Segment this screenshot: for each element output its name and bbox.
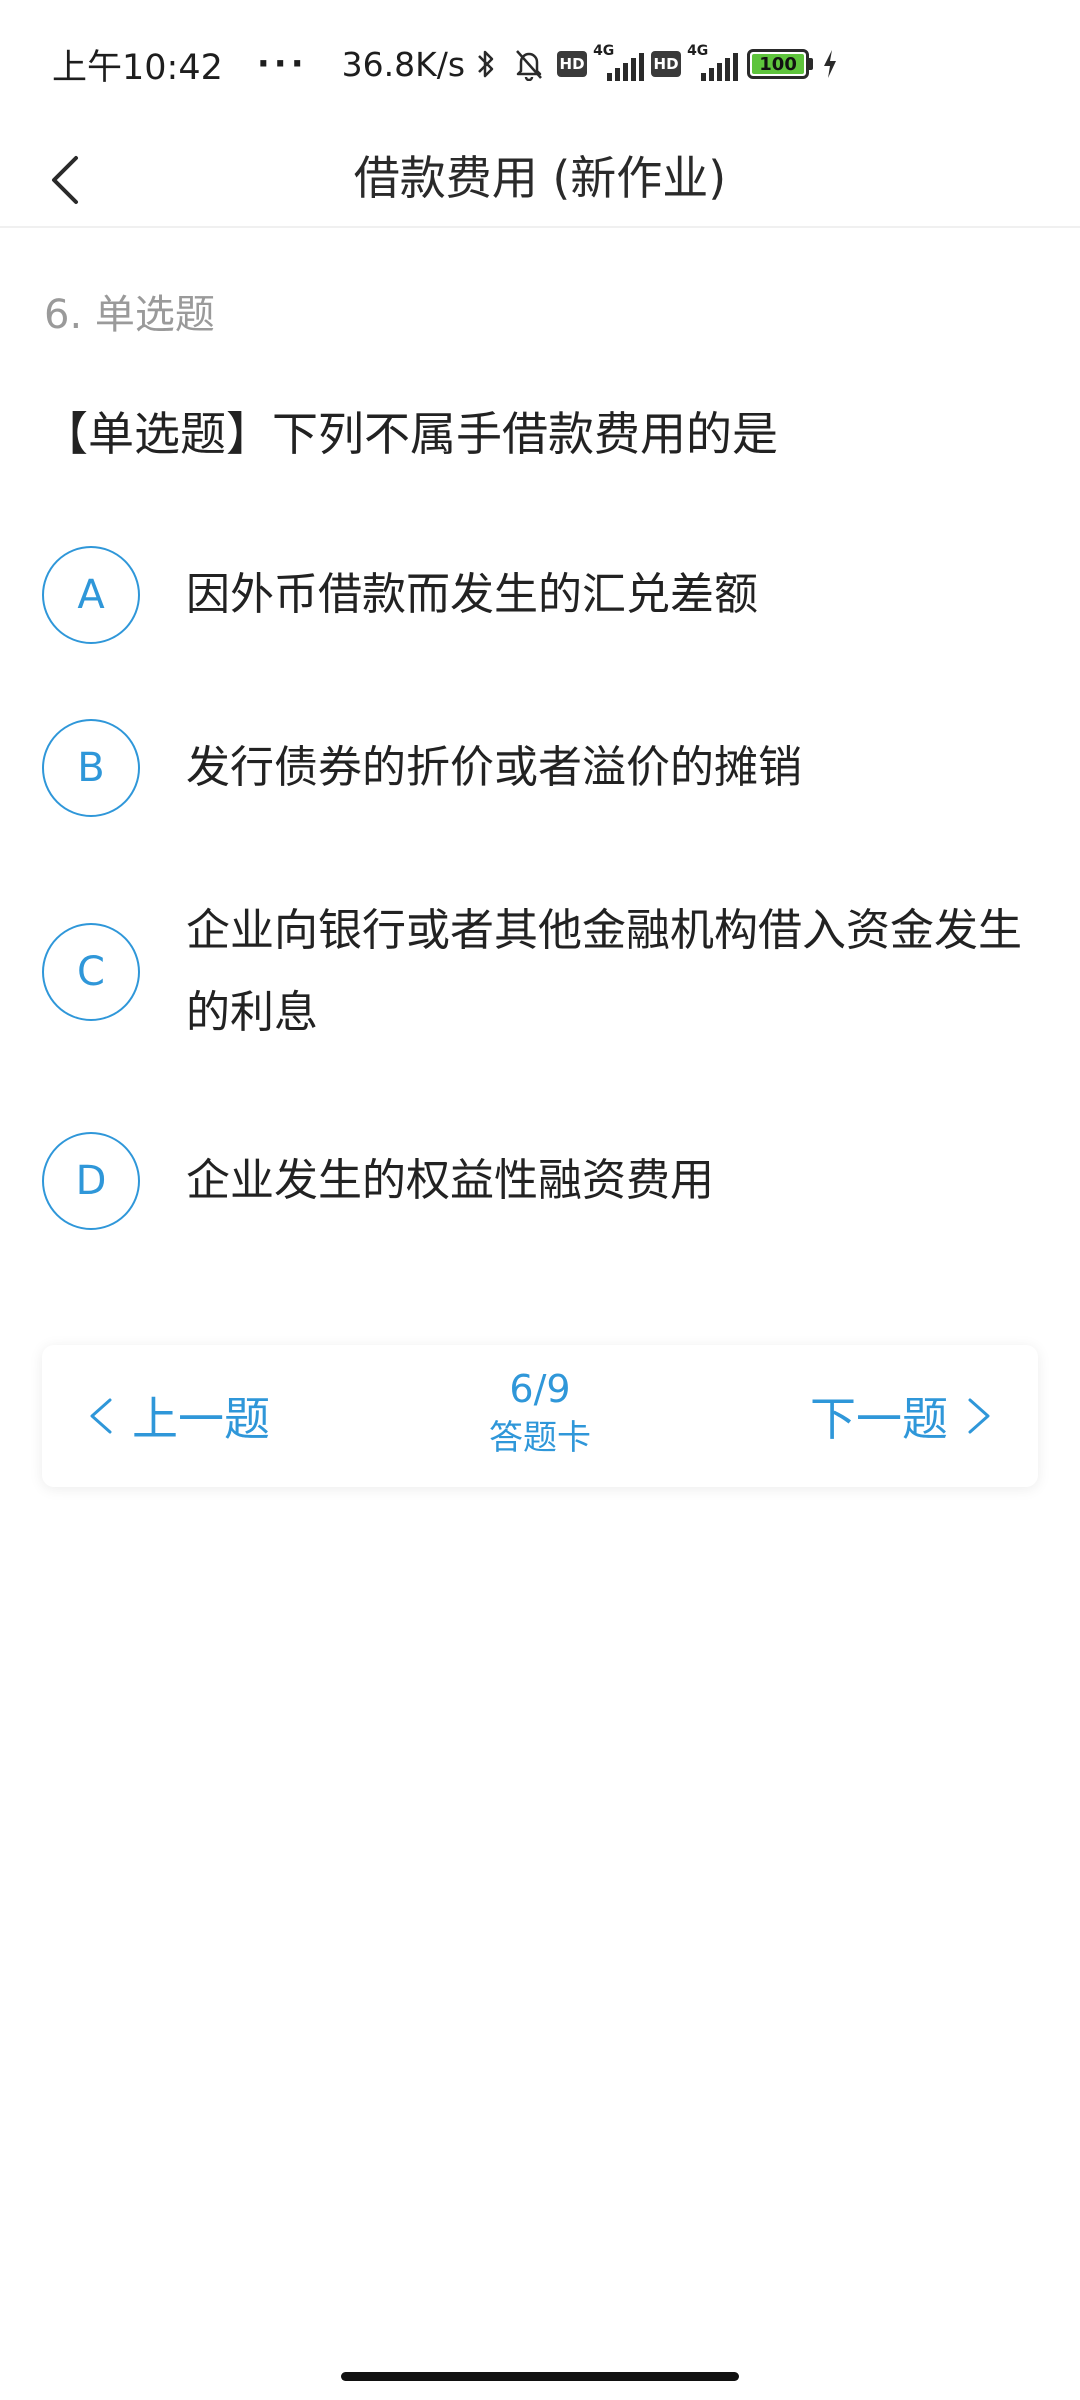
chevron-right-icon	[968, 1398, 990, 1434]
status-network-speed: 36.8K/s	[341, 44, 466, 84]
network-type-label-2: 4G	[687, 43, 709, 59]
battery-icon: 100	[747, 49, 814, 79]
option-b-letter: B	[42, 719, 140, 817]
nav-bar: 借款费用 (新作业)	[0, 128, 1080, 228]
option-a-text: 因外币借款而发生的汇兑差额	[186, 569, 758, 620]
next-question-label: 下一题	[810, 1392, 948, 1446]
charging-icon	[821, 48, 839, 80]
option-c[interactable]: C 企业向银行或者其他金融机构借入资金发生的利息	[42, 890, 1042, 1054]
option-d-letter: D	[42, 1132, 140, 1230]
option-c-text: 企业向银行或者其他金融机构借入资金发生的利息	[186, 905, 1022, 1038]
option-d[interactable]: D 企业发生的权益性融资费用	[42, 1132, 1042, 1230]
page: 上午10:42 ··· 36.8K/s HD 4G HD 4G 100 借款费用…	[0, 0, 1080, 2400]
option-c-letter: C	[42, 923, 140, 1021]
question-stem: 【单选题】下列不属手借款费用的是	[42, 407, 778, 461]
page-title: 借款费用 (新作业)	[353, 151, 727, 205]
status-more-dots: ···	[256, 44, 308, 84]
option-b-text: 发行债券的折价或者溢价的摊销	[186, 742, 802, 793]
hd-icon-2: HD	[651, 51, 682, 77]
status-time: 上午10:42	[52, 47, 223, 88]
option-d-text: 企业发生的权益性融资费用	[186, 1155, 714, 1206]
question-nav-card: 上一题 6/9 答题卡 下一题	[42, 1345, 1038, 1487]
option-a-letter: A	[42, 546, 140, 644]
status-bar: 上午10:42 ··· 36.8K/s HD 4G HD 4G 100	[0, 0, 1080, 128]
network-type-label: 4G	[593, 43, 615, 59]
question-number-label: 6. 单选题	[44, 292, 215, 338]
signal-4g-icon: 4G	[593, 43, 645, 81]
bluetooth-icon	[475, 47, 497, 81]
home-indicator[interactable]	[341, 2372, 739, 2381]
signal-4g-icon-2: 4G	[687, 43, 739, 81]
battery-level: 100	[752, 54, 805, 75]
option-a[interactable]: A 因外币借款而发生的汇兑差额	[42, 546, 1042, 644]
hd-icon: HD	[557, 51, 588, 77]
option-b[interactable]: B 发行债券的折价或者溢价的摊销	[42, 719, 1042, 817]
mute-bell-icon	[513, 47, 545, 81]
next-question-button[interactable]: 下一题	[810, 1345, 996, 1487]
